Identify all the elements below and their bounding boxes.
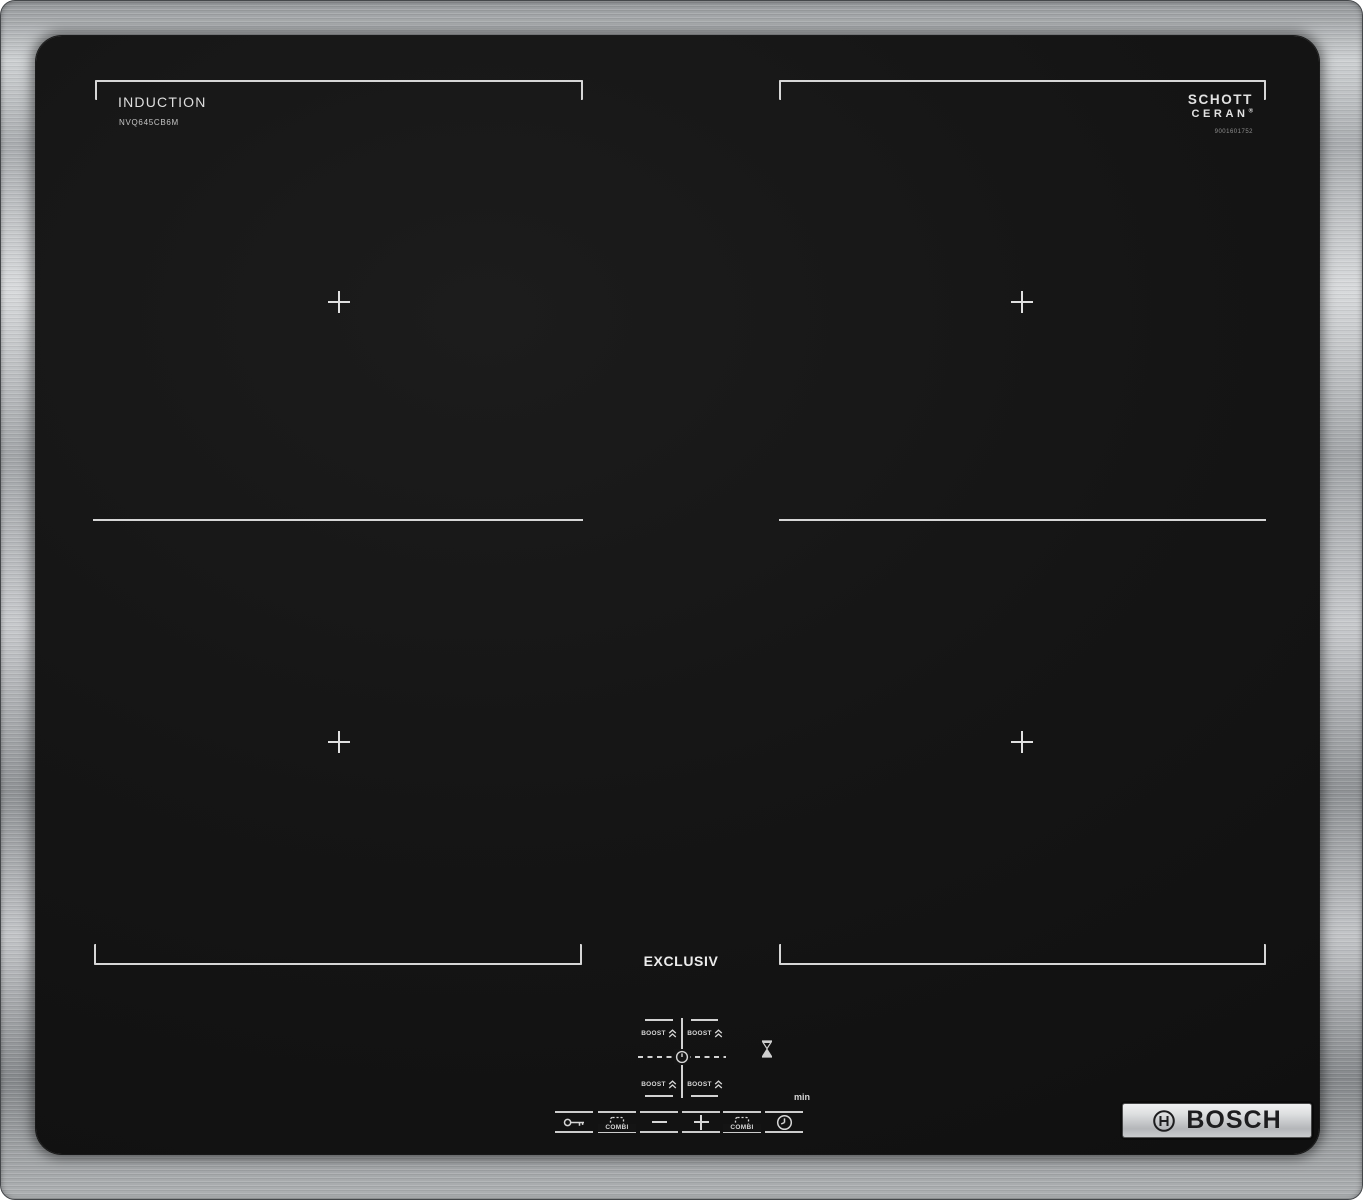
combi-label: COMBI	[723, 1124, 761, 1132]
zone-outline-front-left	[94, 944, 582, 965]
power-minus-button[interactable]	[640, 1111, 678, 1133]
ceramic-glass-surface: INDUCTION NVQ645CB6M SCHOTT CERAN® 90016…	[36, 36, 1319, 1154]
boost-key-rear-right[interactable]: BOOST	[686, 1027, 724, 1039]
boost-key-front-right[interactable]: BOOST	[686, 1078, 724, 1090]
registered-mark: ®	[1248, 108, 1253, 115]
zone-divider-right	[779, 519, 1266, 521]
zone-selector-cluster: BOOST BOOST BOOST BOOST	[638, 1014, 726, 1102]
serial-number: 9001601752	[1214, 129, 1253, 135]
zone-key-line	[645, 1019, 673, 1021]
hourglass-icon	[761, 1040, 773, 1058]
induction-hob: INDUCTION NVQ645CB6M SCHOTT CERAN® 90016…	[0, 0, 1363, 1200]
clock-icon	[776, 1114, 792, 1130]
boost-label: BOOST	[687, 1080, 712, 1088]
double-chevron-up-icon	[668, 1028, 677, 1037]
zone-key-line	[691, 1095, 718, 1097]
boost-label: BOOST	[687, 1029, 712, 1037]
double-chevron-up-icon	[714, 1079, 723, 1088]
minutes-unit-label: min	[793, 1092, 810, 1102]
boost-key-front-left[interactable]: BOOST	[640, 1078, 678, 1090]
zone-center-cross-icon	[321, 724, 357, 760]
boost-label: BOOST	[641, 1029, 666, 1037]
bosch-armature-icon	[1153, 1109, 1176, 1132]
series-label: EXCLUSIV	[643, 953, 719, 969]
power-plus-button[interactable]	[682, 1111, 720, 1133]
brand-badge: BOSCH	[1122, 1103, 1312, 1138]
double-chevron-up-icon	[668, 1079, 677, 1088]
brand-wordmark: BOSCH	[1186, 1106, 1282, 1134]
model-number: NVQ645CB6M	[119, 118, 179, 127]
zone-outline-rear-left	[95, 80, 583, 100]
boost-label: BOOST	[641, 1080, 666, 1088]
zone-key-line	[691, 1019, 718, 1021]
combi-label: COMBI	[598, 1124, 636, 1132]
zone-outline-rear-right	[779, 80, 1266, 100]
zone-timer-dial[interactable]	[674, 1049, 690, 1065]
timer-button[interactable]	[765, 1111, 803, 1133]
timer-wait-indicator	[760, 1040, 774, 1063]
zone-outline-front-right	[779, 944, 1266, 965]
key-icon	[563, 1118, 584, 1126]
child-lock-button[interactable]	[555, 1111, 593, 1133]
minus-icon	[651, 1121, 667, 1123]
glass-brand-line2: CERAN®	[1191, 107, 1253, 120]
zone-divider-left	[93, 519, 583, 521]
zone-center-cross-icon	[1004, 724, 1040, 760]
zone-key-line	[645, 1095, 673, 1097]
plus-icon	[693, 1114, 709, 1130]
zone-center-cross-icon	[321, 284, 357, 320]
boost-key-rear-left[interactable]: BOOST	[640, 1027, 678, 1039]
double-chevron-up-icon	[714, 1028, 723, 1037]
zone-center-cross-icon	[1004, 284, 1040, 320]
clock-dial-icon	[675, 1050, 689, 1064]
